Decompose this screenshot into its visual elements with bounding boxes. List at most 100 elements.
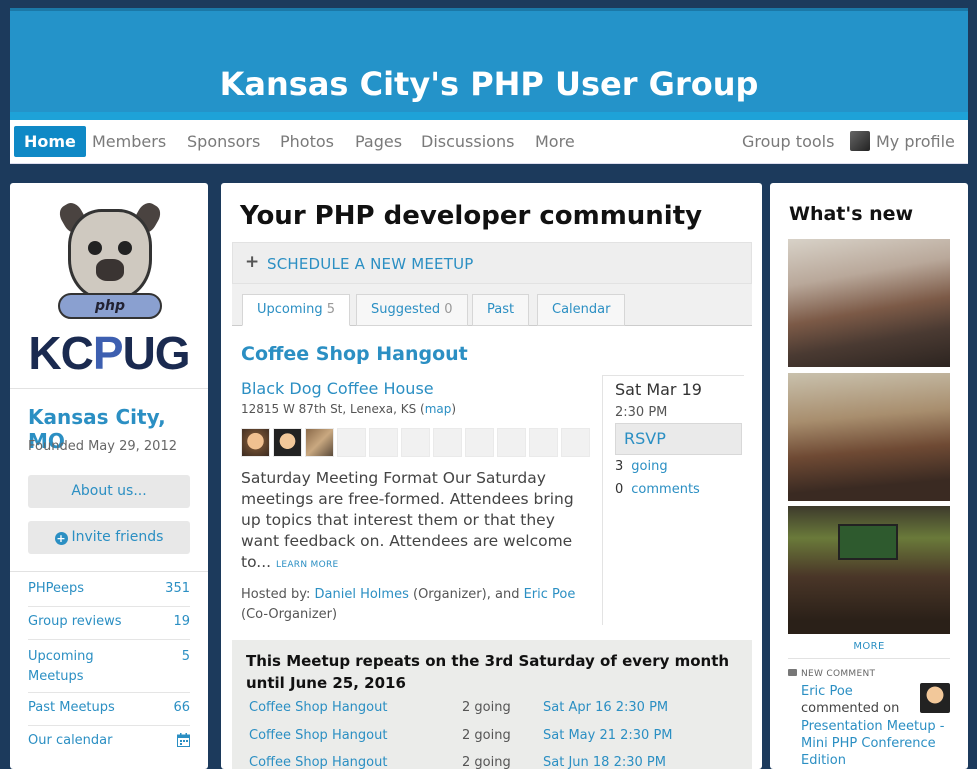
attendee-avatar[interactable] — [241, 428, 270, 457]
event-hosts: Hosted by: Daniel Holmes (Organizer), an… — [241, 585, 581, 625]
nav-discussions[interactable]: Discussions — [411, 126, 524, 157]
right-sidebar: What's new MORE NEW COMMENT Eric Poe com… — [770, 183, 968, 769]
stat-group-reviews[interactable]: Group reviews 19 — [28, 614, 190, 629]
stat-past-meetups[interactable]: Past Meetups 66 — [28, 700, 190, 715]
activity-target-link[interactable]: Presentation Meetup - Mini PHP Conferenc… — [801, 718, 951, 769]
profile-avatar — [850, 131, 870, 151]
going-link[interactable]: going — [631, 459, 667, 474]
stat-divider — [28, 692, 190, 693]
group-banner: Kansas City's PHP User Group — [10, 8, 968, 120]
repeat-date-link[interactable]: Sat Apr 16 2:30 PM — [543, 700, 668, 715]
group-title[interactable]: Kansas City's PHP User Group — [10, 65, 968, 103]
logo-divider — [10, 388, 208, 389]
stat-count: 19 — [173, 614, 190, 629]
empty-avatar-slot — [561, 428, 590, 457]
attendee-avatar[interactable] — [273, 428, 302, 457]
stat-divider — [28, 725, 190, 726]
more-photos-link[interactable]: MORE — [770, 641, 968, 652]
event-side-divider — [602, 375, 603, 625]
repeat-row: Coffee Shop Hangout 2 going Sat Apr 16 2:3… — [249, 700, 739, 718]
nav-my-profile[interactable]: My profile — [840, 126, 965, 157]
schedule-meetup-button[interactable]: + SCHEDULE A NEW MEETUP — [232, 242, 752, 284]
event-description: Saturday Meeting Format Our Saturday mee… — [241, 468, 586, 576]
event-tabs: Upcoming 5 Suggested 0 Past Calendar — [232, 284, 752, 326]
my-profile-label: My profile — [876, 132, 955, 151]
attendee-avatars — [241, 428, 593, 458]
repeat-row: Coffee Shop Hangout 2 going Sat May 21 2:3… — [249, 728, 739, 746]
main-content: Your PHP developer community + SCHEDULE … — [221, 183, 762, 769]
attendee-avatar[interactable] — [305, 428, 334, 457]
repeat-date-link[interactable]: Sat May 21 2:30 PM — [543, 728, 673, 743]
repeat-date-link[interactable]: Sat Jun 18 2:30 PM — [543, 755, 666, 769]
stat-count: 351 — [165, 581, 190, 596]
empty-avatar-slot — [337, 428, 366, 457]
logo-snout — [96, 259, 124, 281]
about-us-button[interactable]: About us... — [28, 475, 190, 508]
nav-sponsors[interactable]: Sponsors — [177, 126, 270, 157]
invite-friends-button[interactable]: + Invite friends — [28, 521, 190, 554]
stat-upcoming-meetups[interactable]: Upcoming Meetups 5 — [28, 647, 190, 687]
nav-photos[interactable]: Photos — [270, 126, 344, 157]
tab-count: 0 — [444, 302, 453, 317]
stat-label: Group reviews — [28, 614, 122, 629]
tab-upcoming[interactable]: Upcoming 5 — [242, 294, 351, 326]
tab-calendar[interactable]: Calendar — [537, 294, 626, 326]
main-nav: Home Members Sponsors Photos Pages Discu… — [10, 120, 968, 164]
event-time: 2:30 PM — [615, 405, 668, 420]
empty-avatar-slot — [401, 428, 430, 457]
plus-icon: + — [245, 252, 260, 272]
commenter-link[interactable]: Eric Poe — [801, 684, 853, 699]
stat-label: Past Meetups — [28, 700, 115, 715]
event-date: Sat Mar 19 — [615, 380, 702, 399]
event-title[interactable]: Coffee Shop Hangout — [241, 343, 468, 365]
repeat-row: Coffee Shop Hangout 2 going Sat Jun 18 2:3… — [249, 755, 739, 769]
host-link[interactable]: Daniel Holmes — [315, 587, 409, 602]
host-link[interactable]: Eric Poe — [524, 587, 576, 602]
whats-new-heading: What's new — [789, 203, 914, 225]
event-venue[interactable]: Black Dog Coffee House — [241, 379, 434, 398]
stat-label: PHPeeps — [28, 581, 85, 596]
meetup-photo[interactable] — [788, 373, 950, 501]
tab-past[interactable]: Past — [472, 294, 530, 326]
banner-stripe — [10, 112, 968, 120]
going-count: 3 going — [615, 459, 668, 474]
founded-date: Founded May 29, 2012 — [28, 439, 177, 454]
hosted-prefix: Hosted by: — [241, 587, 315, 602]
repeat-event-link[interactable]: Coffee Shop Hangout — [249, 755, 387, 769]
meetup-photo[interactable] — [788, 506, 950, 634]
repeat-box: This Meetup repeats on the 3rd Saturday … — [232, 640, 752, 769]
page-heading: Your PHP developer community — [240, 201, 703, 231]
event-address: 12815 W 87th St, Lenexa, KS (map) — [241, 402, 456, 416]
nav-group-tools[interactable]: Group tools — [732, 126, 844, 157]
meetup-photo[interactable] — [788, 239, 950, 367]
invite-friends-label: Invite friends — [71, 529, 164, 545]
stat-divider — [28, 606, 190, 607]
repeat-event-link[interactable]: Coffee Shop Hangout — [249, 700, 387, 715]
rsvp-button[interactable]: RSVP — [615, 423, 742, 455]
nav-pages[interactable]: Pages — [345, 126, 412, 157]
commenter-avatar[interactable] — [920, 683, 950, 713]
stat-members[interactable]: PHPeeps 351 — [28, 581, 190, 596]
host-role: (Organizer), and — [408, 587, 524, 602]
host-role: (Co-Organizer) — [241, 607, 338, 622]
repeat-event-link[interactable]: Coffee Shop Hangout — [249, 728, 387, 743]
nav-more[interactable]: More — [525, 126, 585, 157]
nav-members[interactable]: Members — [82, 126, 176, 157]
map-link[interactable]: map — [425, 402, 452, 416]
empty-avatar-slot — [497, 428, 526, 457]
group-logo[interactable]: php KCPUG — [18, 191, 200, 381]
repeat-going: 2 going — [462, 728, 511, 743]
logo-pug-head — [68, 209, 152, 301]
nav-home[interactable]: Home — [14, 126, 86, 157]
repeat-going: 2 going — [462, 700, 511, 715]
tab-suggested[interactable]: Suggested 0 — [356, 294, 468, 326]
comments-link[interactable]: comments — [631, 482, 700, 497]
new-comment-tag: NEW COMMENT — [788, 669, 875, 679]
learn-more-link[interactable]: LEARN MORE — [276, 560, 339, 570]
tab-label: Upcoming — [257, 302, 323, 317]
stat-our-calendar[interactable]: Our calendar — [28, 733, 190, 748]
new-comment-label: NEW COMMENT — [801, 669, 876, 679]
left-sidebar: php KCPUG Kansas City, MO Founded May 29… — [10, 183, 208, 769]
tab-label: Suggested — [371, 302, 441, 317]
repeat-heading: This Meetup repeats on the 3rd Saturday … — [246, 652, 730, 692]
